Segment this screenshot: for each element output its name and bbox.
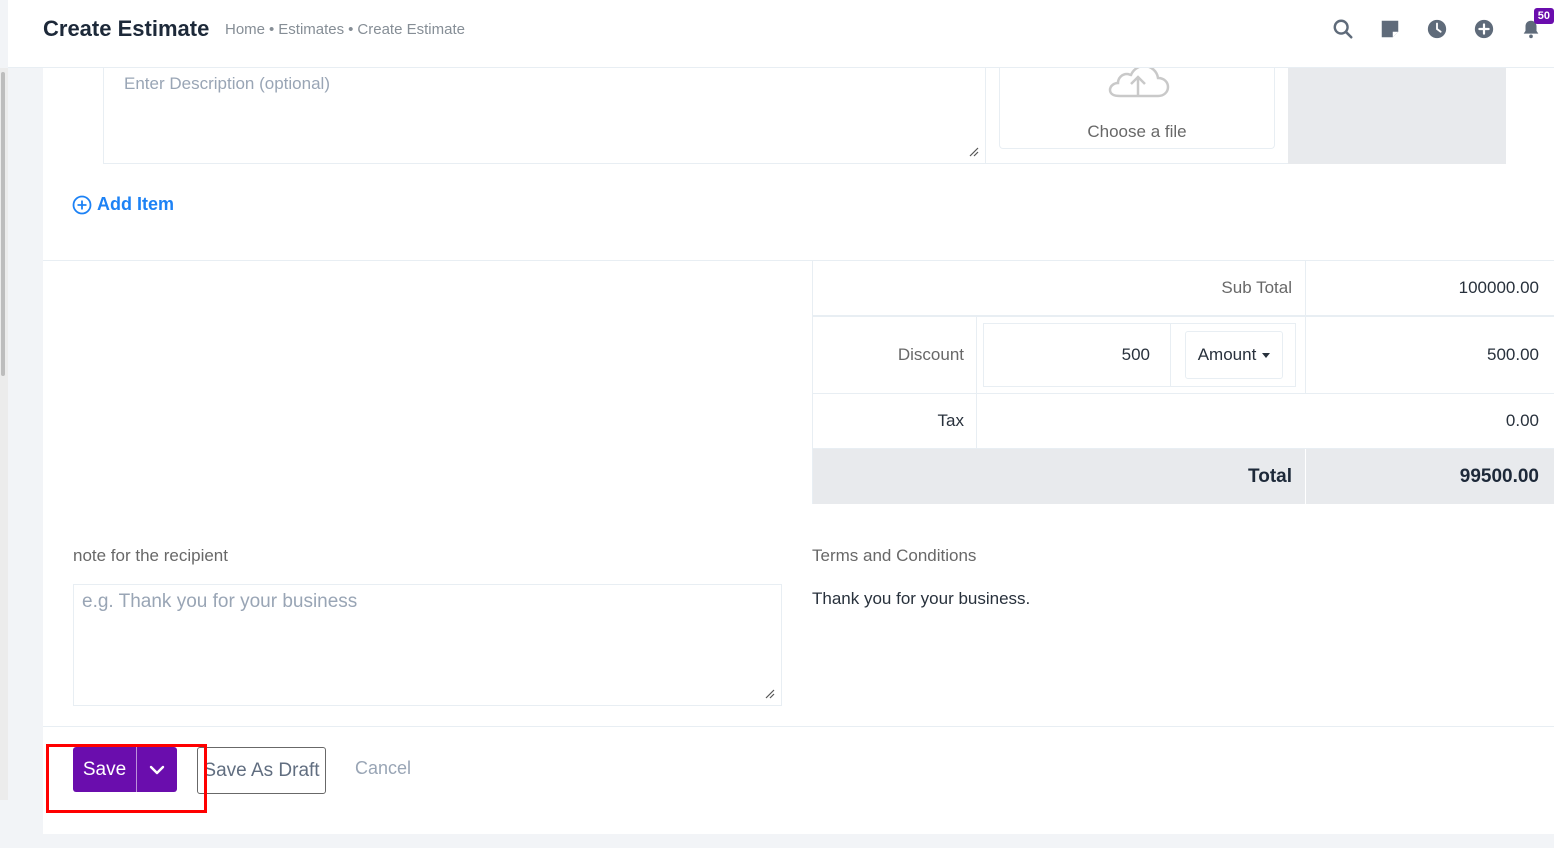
breadcrumb: Home • Estimates • Create Estimate <box>225 21 465 38</box>
save-options-dropdown[interactable] <box>137 747 177 792</box>
breadcrumb-current: Create Estimate <box>357 21 465 38</box>
column-divider <box>976 317 977 393</box>
estimate-form-card: Choose a file Add Item Sub Total 100000.… <box>43 68 1554 834</box>
breadcrumb-home[interactable]: Home <box>225 21 265 38</box>
discount-row: Discount Amount 500.00 <box>812 316 1554 394</box>
tax-row: Tax 0.00 <box>812 394 1554 449</box>
file-upload-dropzone[interactable]: Choose a file <box>999 68 1275 149</box>
file-upload-label: Choose a file <box>1087 122 1187 141</box>
discount-type-select[interactable]: Amount <box>1185 331 1283 379</box>
save-as-draft-button[interactable]: Save As Draft <box>197 747 326 794</box>
breadcrumb-separator: • <box>269 21 275 38</box>
note-input[interactable] <box>74 585 781 705</box>
note-box <box>73 584 782 706</box>
notification-badge: 50 <box>1533 8 1554 24</box>
sticky-note-icon[interactable] <box>1366 14 1413 44</box>
page-title: Create Estimate <box>43 16 210 41</box>
tax-label: Tax <box>937 411 964 430</box>
discount-amount-input[interactable] <box>983 323 1171 387</box>
total-row: Total 99500.00 <box>812 449 1554 504</box>
top-header: Create Estimate Home • Estimates • Create Es… <box>8 0 1554 68</box>
bell-icon[interactable]: 50 <box>1507 8 1554 44</box>
add-item-label: Add Item <box>97 194 175 214</box>
subtotal-row: Sub Total 100000.00 <box>812 261 1554 316</box>
subtotal-label: Sub Total <box>1221 278 1292 297</box>
breadcrumb-estimates[interactable]: Estimates <box>278 21 344 38</box>
item-description-box <box>103 68 986 164</box>
add-item-button[interactable]: Add Item <box>72 194 174 215</box>
page-scrollbar-thumb[interactable] <box>1 72 5 376</box>
resize-grip-icon[interactable] <box>765 689 775 699</box>
search-icon[interactable] <box>1319 14 1366 44</box>
save-button[interactable]: Save <box>73 747 137 792</box>
header-icons: 50 <box>1319 8 1554 44</box>
note-label: note for the recipient <box>73 546 228 565</box>
clock-icon[interactable] <box>1413 14 1460 44</box>
save-button-group: Save <box>73 747 177 792</box>
total-label: Total <box>1248 465 1292 487</box>
tax-value: 0.00 <box>1505 411 1539 430</box>
plus-circle-icon[interactable] <box>1460 14 1507 44</box>
discount-label: Discount <box>897 345 964 364</box>
file-upload-cell: Choose a file <box>986 68 1288 164</box>
divider <box>43 726 1554 727</box>
chevron-down-icon <box>149 765 165 774</box>
item-description-input[interactable] <box>104 68 985 163</box>
subtotal-value: 100000.00 <box>1458 278 1539 297</box>
discount-value: 500.00 <box>1487 345 1539 364</box>
discount-type-value: Amount <box>1197 345 1257 364</box>
total-value: 99500.00 <box>1459 465 1539 487</box>
caret-down-icon <box>1262 352 1271 358</box>
plus-circle-icon <box>72 195 92 214</box>
resize-grip-icon[interactable] <box>969 147 979 157</box>
breadcrumb-separator: • <box>348 21 354 38</box>
terms-text: Thank you for your business. <box>812 589 1031 608</box>
cloud-upload-icon <box>1108 68 1170 98</box>
item-amount-cell <box>1288 68 1506 164</box>
cancel-button[interactable]: Cancel <box>355 758 411 779</box>
terms-label: Terms and Conditions <box>812 546 977 565</box>
column-divider <box>976 394 977 448</box>
